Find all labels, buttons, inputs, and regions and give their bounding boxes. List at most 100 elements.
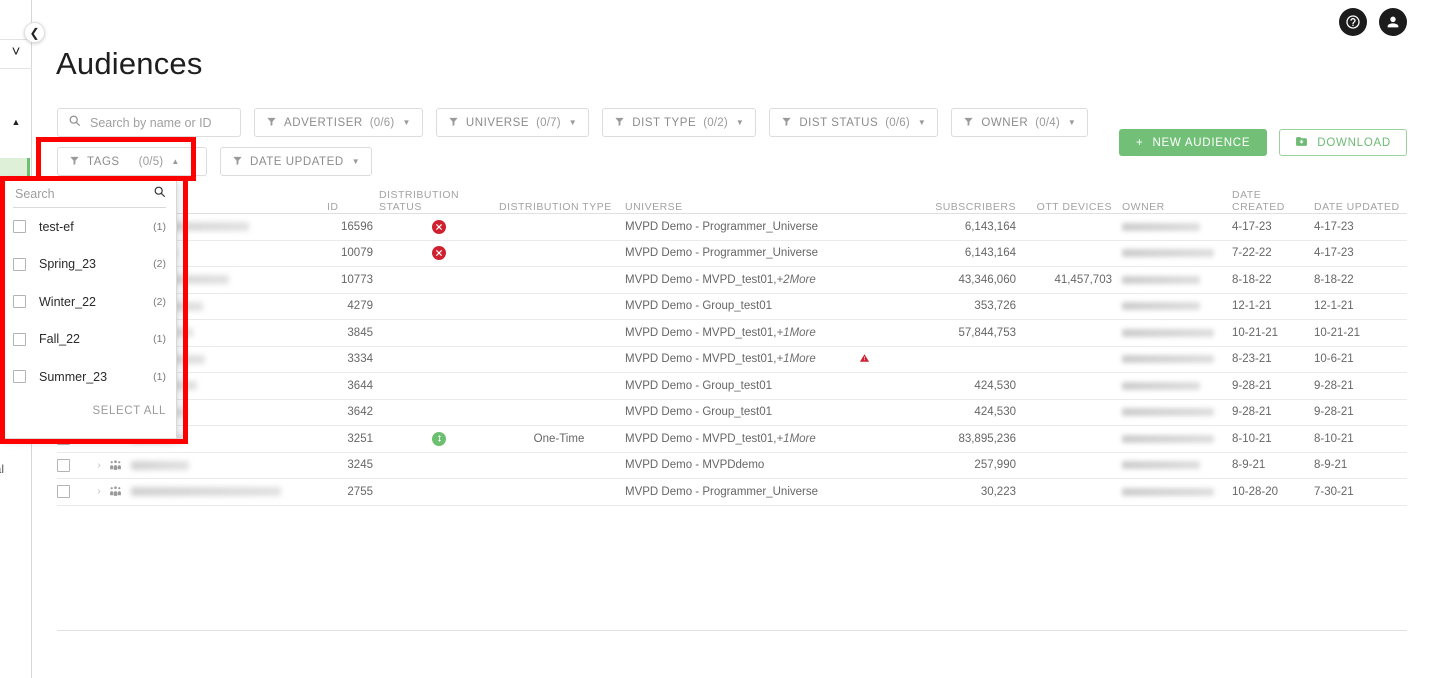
- row-date-updated: 12-1-21: [1314, 300, 1354, 313]
- row-universe: MVPD Demo - MVPDdemo: [625, 459, 765, 472]
- header-subscribers[interactable]: SUBSCRIBERS: [894, 201, 1016, 213]
- table-row[interactable]: ›16596MVPD Demo - Programmer_Universe6,1…: [57, 214, 1407, 241]
- row-date-created: 8-9-21: [1232, 459, 1266, 472]
- row-checkbox-cell[interactable]: [57, 485, 89, 499]
- row-expand-button[interactable]: ›: [89, 486, 109, 497]
- row-date-created: 4-17-23: [1232, 220, 1272, 233]
- table-row[interactable]: ›3644MVPD Demo - Group_test01424,5309-28…: [57, 373, 1407, 400]
- row-date-updated: 4-17-23: [1314, 220, 1354, 233]
- checkbox-unchecked-icon[interactable]: [57, 485, 70, 499]
- row-owner: [1112, 408, 1228, 417]
- filter-advertiser[interactable]: ADVERTISER (0/6) ▼: [254, 108, 423, 137]
- row-distribution-status: [379, 219, 499, 234]
- search-box[interactable]: [57, 108, 241, 137]
- row-universe-more[interactable]: +1More: [776, 433, 815, 445]
- tag-option[interactable]: Spring_23 (2): [13, 246, 166, 284]
- row-owner: [1112, 328, 1228, 337]
- checkbox-unchecked-icon[interactable]: [13, 220, 26, 234]
- tag-option-count: (2): [153, 258, 166, 271]
- filter-date-updated[interactable]: DATE UPDATED ▼: [220, 147, 373, 176]
- checkbox-unchecked-icon[interactable]: [13, 332, 26, 346]
- tag-option[interactable]: Summer_23 (1): [13, 358, 166, 396]
- header-date-created[interactable]: DATE CREATED: [1228, 189, 1310, 213]
- table-row[interactable]: ›10773MVPD Demo - MVPD_test01,+2More43,3…: [57, 267, 1407, 294]
- row-checkbox-cell[interactable]: [57, 458, 89, 472]
- new-audience-button[interactable]: + NEW AUDIENCE: [1118, 129, 1268, 156]
- row-owner: [1112, 381, 1228, 390]
- header-date-updated[interactable]: DATE UPDATED: [1310, 201, 1400, 213]
- tags-search-row[interactable]: [13, 181, 166, 208]
- header-ott-devices[interactable]: OTT DEVICES: [1016, 201, 1112, 213]
- row-universe-more[interactable]: +2More: [776, 274, 815, 286]
- search-icon[interactable]: [153, 185, 166, 203]
- search-input[interactable]: [88, 114, 228, 131]
- download-button[interactable]: DOWNLOAD: [1279, 129, 1407, 156]
- filter-count: (0/6): [369, 116, 395, 129]
- row-universe-more[interactable]: +1More: [776, 327, 815, 339]
- page-title: Audiences: [56, 46, 203, 81]
- row-universe-more[interactable]: +1More: [776, 353, 815, 365]
- checkbox-unchecked-icon[interactable]: [57, 458, 70, 472]
- table-row[interactable]: ›4279MVPD Demo - Group_test01353,72612-1…: [57, 294, 1407, 320]
- table-row[interactable]: ›10079MVPD Demo - Programmer_Universe6,1…: [57, 241, 1407, 267]
- row-date-created: 10-28-20: [1232, 485, 1279, 498]
- tag-option[interactable]: Fall_22 (1): [13, 321, 166, 359]
- row-expand-button[interactable]: ›: [89, 460, 109, 471]
- table-row[interactable]: › 2755 MVPD Demo - Programmer_Universe 30,2…: [57, 479, 1407, 506]
- tags-search-input[interactable]: [13, 186, 143, 202]
- table-row[interactable]: › 3245 MVPD Demo - MVPDdemo 257,990 8-9-21 8-…: [57, 453, 1407, 479]
- row-distribution-type: One-Time: [533, 432, 585, 445]
- sidebar-collapse-button[interactable]: ❮: [24, 22, 45, 43]
- row-universe: MVPD Demo - Programmer_Universe: [625, 247, 818, 260]
- header-universe[interactable]: UNIVERSE: [619, 201, 834, 213]
- caret-up-icon: ▲: [171, 157, 180, 166]
- tag-option-label: test-ef: [39, 219, 74, 234]
- row-owner: [1112, 461, 1228, 470]
- row-id: 4279: [347, 300, 373, 313]
- header-owner[interactable]: OWNER: [1112, 201, 1228, 213]
- checkbox-unchecked-icon[interactable]: [13, 295, 26, 309]
- row-date-updated: 8-10-21: [1314, 432, 1354, 445]
- chevron-up-icon[interactable]: ▲: [0, 118, 32, 127]
- select-all-button[interactable]: SELECT ALL: [13, 396, 166, 417]
- row-subscribers: 43,346,060: [958, 273, 1016, 286]
- filter-tags[interactable]: TAGS (0/5) ▲: [57, 147, 207, 176]
- tag-option-count: (1): [153, 220, 166, 233]
- row-name: [131, 460, 323, 470]
- tag-option-label: Fall_22: [39, 332, 80, 347]
- filter-dist-status[interactable]: DIST STATUS (0/6) ▼: [769, 108, 939, 137]
- table-row[interactable]: ›3845MVPD Demo - MVPD_test01,+1More57,84…: [57, 320, 1407, 347]
- filter-funnel-icon: [448, 116, 459, 130]
- chevron-down-icon[interactable]: ˅: [0, 44, 32, 59]
- row-id: 3644: [347, 379, 373, 392]
- row-date-created: 10-21-21: [1232, 326, 1279, 339]
- tag-option[interactable]: Winter_22 (2): [13, 283, 166, 321]
- table-row[interactable]: ›3642MVPD Demo - Group_test01424,5309-28…: [57, 400, 1407, 426]
- filter-owner[interactable]: OWNER (0/4) ▼: [951, 108, 1089, 137]
- help-icon[interactable]: [1339, 8, 1367, 36]
- row-subscribers: 424,530: [974, 406, 1016, 419]
- table-row[interactable]: ›3334MVPD Demo - MVPD_test01,+1More8-23-…: [57, 347, 1407, 373]
- row-universe: MVPD Demo - Programmer_Universe: [625, 220, 818, 233]
- table-row[interactable]: ›3251One-TimeMVPD Demo - MVPD_test01,+1M…: [57, 426, 1407, 453]
- row-distribution-status: [379, 246, 499, 261]
- tags-list: test-ef (1) Spring_23 (2) Winter_22 (2) Fall_2…: [13, 208, 166, 396]
- row-id: 3845: [347, 326, 373, 339]
- filter-label: DATE UPDATED: [250, 155, 344, 168]
- row-universe: MVPD Demo - MVPD_test01,+1More: [625, 353, 816, 366]
- row-date-updated: 8-9-21: [1314, 459, 1348, 472]
- checkbox-unchecked-icon[interactable]: [13, 370, 26, 384]
- header-dist-type[interactable]: DISTRIBUTION TYPE: [499, 201, 619, 213]
- topbar: [1339, 8, 1407, 36]
- filter-bar-row-2: TAGS (0/5) ▲ DATE UPDATED ▼: [57, 147, 373, 176]
- filter-label: OWNER: [981, 116, 1029, 129]
- tag-option[interactable]: test-ef (1): [13, 208, 166, 246]
- row-date-created: 8-23-21: [1232, 353, 1272, 366]
- filter-universe[interactable]: UNIVERSE (0/7) ▼: [435, 108, 590, 137]
- header-dist-status[interactable]: DISTRIBUTION STATUS: [379, 189, 499, 213]
- filter-dist-type[interactable]: DIST TYPE (0/2) ▼: [602, 108, 757, 137]
- checkbox-unchecked-icon[interactable]: [13, 257, 26, 271]
- table-header-row: ID DISTRIBUTION STATUS DISTRIBUTION TYPE…: [57, 189, 1407, 214]
- header-id[interactable]: ID: [323, 201, 379, 213]
- account-icon[interactable]: [1379, 8, 1407, 36]
